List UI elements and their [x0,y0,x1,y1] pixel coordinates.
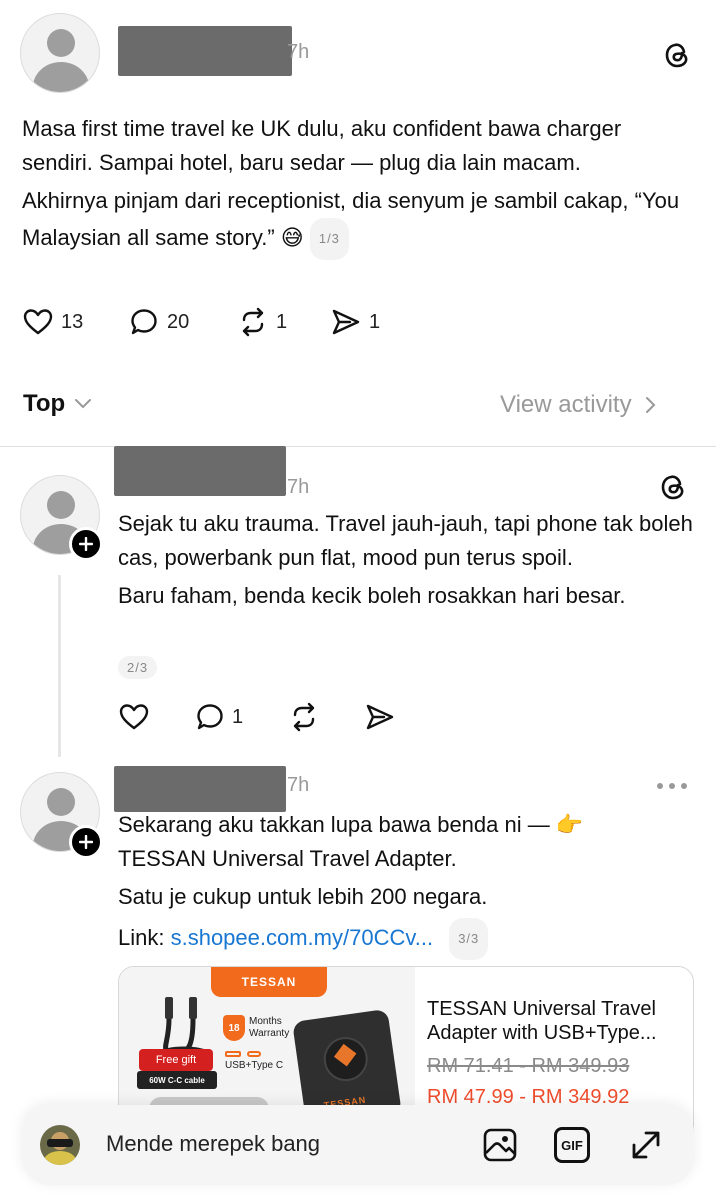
tessan-banner: TESSAN [211,967,327,997]
gif-icon-label: GIF [561,1137,583,1153]
post1-paragraph: Akhirnya pinjam dari receptionist, dia s… [22,184,682,260]
threads-logo-icon[interactable] [656,470,690,504]
product-info: TESSAN Universal Travel Adapter with USB… [427,997,687,1109]
post3-line: Sekarang aku takkan lupa bawa benda ni —… [118,812,584,837]
post1-paragraph-text: Akhirnya pinjam dari receptionist, dia s… [22,188,680,250]
post1-body: Masa first time travel ke UK dulu, aku c… [22,112,682,264]
post3-timestamp: 7h [287,774,310,796]
post2-body: Sejak tu aku trauma. Travel jauh-jauh, t… [118,507,694,617]
post2-timestamp: 7h [287,476,310,498]
product-title: TESSAN Universal Travel Adapter with USB… [427,998,657,1044]
repost-count: 1 [276,310,288,333]
usb-typec-label: USB+Type C [225,1051,283,1071]
post2-username-redacted[interactable] [114,446,286,496]
sort-dropdown[interactable]: Top [23,390,93,418]
more-options-icon[interactable] [654,774,690,798]
post3-line: Satu je cukup untuk lebih 200 negara. [118,884,488,909]
warranty-text: Months Warranty [249,1016,290,1039]
view-activity-label: View activity [500,391,632,418]
share-button[interactable] [364,701,396,733]
shopee-link[interactable]: s.shopee.com.my/70CCv... [171,925,433,950]
warranty-badge: 18 Months Warranty [223,1015,299,1041]
plus-icon [79,537,93,551]
cable-label-badge: 60W C-C cable [137,1071,217,1089]
chevron-down-icon [75,399,92,409]
cable-label-text: 60W C-C cable [149,1075,205,1085]
sort-label: Top [23,390,66,417]
post3-body: Sekarang aku takkan lupa bawa benda ni —… [118,808,694,964]
post1-paragraph: Masa first time travel ke UK dulu, aku c… [22,116,622,175]
free-gift-text: Free gift [155,1054,197,1066]
port-icons [225,1051,283,1057]
post3-link-line: Link: s.shopee.com.my/70CCv... 3/3 [118,918,694,960]
reply-button[interactable]: 20 [128,306,189,338]
page-indicator: 1/3 [309,218,349,260]
follow-plus-button[interactable] [69,527,103,561]
free-gift-badge: Free gift [139,1049,213,1071]
page-indicator: 2/3 [118,656,158,679]
image-attach-icon[interactable] [480,1125,520,1165]
like-button[interactable]: 13 [22,306,83,338]
chevron-right-icon [645,397,656,413]
view-activity-link[interactable]: View activity [500,391,658,419]
warranty-shield: 18 [223,1015,245,1041]
repost-icon [293,702,315,732]
reply-count: 1 [232,705,244,728]
post1-username-redacted[interactable] [118,26,292,76]
post1-timestamp: 7h [287,41,310,63]
post2-paragraph: Baru faham, benda kecik boleh rosakkan h… [118,583,626,608]
reply-button[interactable]: 1 [194,701,243,733]
link-label: Link: [118,924,171,950]
post2-paragraph: Sejak tu aku trauma. Travel jauh-jauh, t… [118,511,693,570]
thread-connector-line [58,575,61,757]
expand-icon[interactable] [626,1125,666,1165]
page-indicator: 3/3 [449,918,489,960]
like-button[interactable] [118,701,150,733]
reply-input[interactable]: Mende merepek bang [106,1131,320,1157]
repost-icon [242,307,264,337]
product-old-price: RM 71.41 - RM 349.93 [427,1055,630,1077]
heart-icon [119,704,149,730]
heart-icon [23,309,53,335]
post1-avatar[interactable] [20,13,100,93]
page-indicator-text: 2/3 [118,656,158,679]
post3-username-redacted[interactable] [114,766,286,812]
comment-icon [197,704,223,730]
threads-logo-icon[interactable] [660,38,694,72]
user-avatar[interactable] [40,1125,80,1165]
post3-line: TESSAN Universal Travel Adapter. [118,846,457,871]
repost-button[interactable]: 1 [236,306,287,338]
plus-icon [79,835,93,849]
send-icon [366,704,394,730]
repost-button[interactable] [287,701,321,733]
gif-button[interactable]: GIF [552,1125,592,1165]
reply-count: 20 [167,310,190,333]
usb-label-text: USB+Type C [225,1060,284,1071]
divider [0,446,716,447]
send-icon [332,309,360,335]
gif-icon: GIF [554,1127,590,1163]
comment-icon [131,309,157,335]
share-count: 1 [369,310,381,333]
share-button[interactable]: 1 [330,306,380,338]
like-count: 13 [61,310,84,333]
brand-logo-text: TESSAN [241,975,297,989]
follow-plus-button[interactable] [69,825,103,859]
reply-composer: Mende merepek bang GIF [22,1105,694,1185]
warranty-number: 18 [228,1022,240,1034]
